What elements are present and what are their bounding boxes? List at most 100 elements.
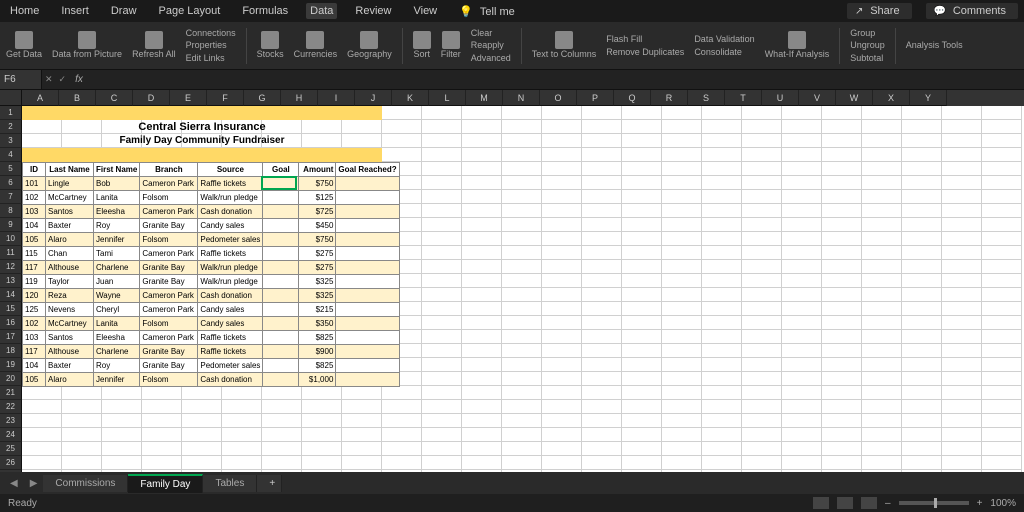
cell[interactable] bbox=[662, 358, 702, 372]
cell[interactable] bbox=[902, 204, 942, 218]
cell[interactable] bbox=[502, 162, 542, 176]
cell[interactable] bbox=[702, 386, 742, 400]
cell[interactable] bbox=[622, 204, 662, 218]
cell[interactable] bbox=[742, 134, 782, 148]
cell[interactable]: Juan bbox=[94, 275, 140, 289]
row-9[interactable]: 9 bbox=[0, 218, 22, 232]
cell[interactable] bbox=[902, 470, 942, 472]
table-row[interactable]: 105AlaroJenniferFolsomPedometer sales$75… bbox=[23, 233, 400, 247]
cell[interactable] bbox=[622, 134, 662, 148]
cell[interactable] bbox=[622, 358, 662, 372]
table-row[interactable]: 101LingleBobCameron ParkRaffle tickets$7… bbox=[23, 177, 400, 191]
cell[interactable] bbox=[782, 260, 822, 274]
cell[interactable] bbox=[462, 358, 502, 372]
th[interactable]: Goal bbox=[263, 163, 299, 177]
cell[interactable] bbox=[62, 442, 102, 456]
cell[interactable] bbox=[662, 288, 702, 302]
cell[interactable] bbox=[382, 106, 422, 120]
cell[interactable] bbox=[22, 442, 62, 456]
cell[interactable] bbox=[263, 275, 299, 289]
cell[interactable] bbox=[942, 372, 982, 386]
cell[interactable] bbox=[742, 288, 782, 302]
cell[interactable]: 102 bbox=[23, 191, 46, 205]
cell[interactable]: Eleesha bbox=[94, 331, 140, 345]
confirm-icon[interactable]: ✓ bbox=[56, 74, 70, 85]
select-all-corner[interactable] bbox=[0, 90, 22, 106]
cell[interactable] bbox=[622, 120, 662, 134]
cell[interactable]: Candy sales bbox=[198, 303, 263, 317]
cell[interactable] bbox=[742, 162, 782, 176]
cell[interactable] bbox=[502, 148, 542, 162]
cell[interactable]: Lanita bbox=[94, 317, 140, 331]
cell[interactable] bbox=[982, 386, 1022, 400]
cell[interactable] bbox=[862, 246, 902, 260]
flash-fill-button[interactable]: Flash Fill bbox=[606, 33, 684, 46]
cell[interactable] bbox=[502, 442, 542, 456]
cell[interactable] bbox=[662, 302, 702, 316]
cell[interactable] bbox=[622, 372, 662, 386]
col-R[interactable]: R bbox=[651, 90, 688, 106]
cell[interactable] bbox=[22, 414, 62, 428]
cell[interactable] bbox=[382, 414, 422, 428]
currencies-button[interactable]: Currencies bbox=[294, 31, 338, 60]
cell[interactable] bbox=[382, 134, 422, 148]
cell[interactable] bbox=[502, 414, 542, 428]
cell[interactable] bbox=[622, 274, 662, 288]
col-B[interactable]: B bbox=[59, 90, 96, 106]
cell[interactable]: McCartney bbox=[46, 191, 94, 205]
cell[interactable]: $350 bbox=[299, 317, 336, 331]
cell[interactable] bbox=[102, 442, 142, 456]
cell[interactable] bbox=[662, 344, 702, 358]
cell[interactable] bbox=[902, 106, 942, 120]
cell[interactable] bbox=[542, 232, 582, 246]
cell[interactable] bbox=[702, 134, 742, 148]
cell[interactable] bbox=[422, 106, 462, 120]
cell[interactable] bbox=[822, 232, 862, 246]
cell[interactable]: 102 bbox=[23, 317, 46, 331]
table-row[interactable]: 102McCartneyLanitaFolsomWalk/run pledge$… bbox=[23, 191, 400, 205]
cell[interactable] bbox=[382, 148, 422, 162]
row-13[interactable]: 13 bbox=[0, 274, 22, 288]
menu-home[interactable]: Home bbox=[6, 3, 43, 19]
cell[interactable] bbox=[982, 106, 1022, 120]
cell[interactable] bbox=[862, 386, 902, 400]
cell[interactable] bbox=[582, 106, 622, 120]
cell[interactable] bbox=[822, 176, 862, 190]
cell[interactable] bbox=[822, 120, 862, 134]
cell[interactable] bbox=[542, 162, 582, 176]
cell[interactable] bbox=[782, 316, 822, 330]
cell[interactable] bbox=[462, 316, 502, 330]
cell[interactable]: $125 bbox=[299, 191, 336, 205]
cell[interactable] bbox=[102, 386, 142, 400]
table-row[interactable]: 105AlaroJenniferFolsomCash donation$1,00… bbox=[23, 373, 400, 387]
cell[interactable]: Raffle tickets bbox=[198, 331, 263, 345]
cell[interactable] bbox=[582, 372, 622, 386]
cell[interactable] bbox=[462, 260, 502, 274]
cell[interactable] bbox=[702, 274, 742, 288]
row-8[interactable]: 8 bbox=[0, 204, 22, 218]
cell[interactable] bbox=[62, 428, 102, 442]
row-20[interactable]: 20 bbox=[0, 372, 22, 386]
cell[interactable] bbox=[622, 218, 662, 232]
cell[interactable] bbox=[942, 302, 982, 316]
cell[interactable] bbox=[336, 177, 399, 191]
cell[interactable] bbox=[422, 316, 462, 330]
cell[interactable] bbox=[622, 106, 662, 120]
cell[interactable] bbox=[462, 176, 502, 190]
row-19[interactable]: 19 bbox=[0, 358, 22, 372]
cell[interactable] bbox=[422, 162, 462, 176]
cell[interactable] bbox=[822, 204, 862, 218]
cell[interactable] bbox=[982, 442, 1022, 456]
cell[interactable] bbox=[422, 428, 462, 442]
cell[interactable] bbox=[742, 232, 782, 246]
cell[interactable] bbox=[542, 358, 582, 372]
cell[interactable]: Charlene bbox=[94, 345, 140, 359]
cell[interactable] bbox=[422, 204, 462, 218]
cell[interactable] bbox=[702, 470, 742, 472]
zoom-level[interactable]: 100% bbox=[990, 498, 1016, 509]
cell[interactable] bbox=[662, 414, 702, 428]
cell[interactable] bbox=[262, 400, 302, 414]
cell[interactable] bbox=[302, 400, 342, 414]
cell[interactable] bbox=[336, 219, 399, 233]
cell[interactable] bbox=[622, 288, 662, 302]
